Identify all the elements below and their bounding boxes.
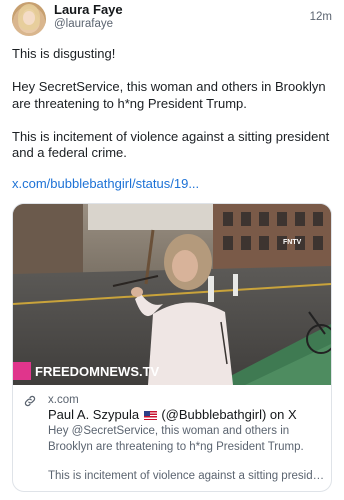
card-domain: x.com bbox=[48, 394, 79, 406]
post-body: This is disgusting! Hey SecretService, t… bbox=[12, 46, 334, 178]
post-timestamp[interactable]: 12m bbox=[310, 11, 332, 23]
link-icon bbox=[24, 395, 36, 407]
card-title-suffix: (@Bubblebathgirl) on X bbox=[161, 407, 297, 422]
post-paragraph: This is incitement of violence against a… bbox=[12, 128, 330, 161]
link-preview-card[interactable]: FNTV FREEDOMNEWS.TV x.com Paul A. Szypul… bbox=[12, 203, 332, 492]
preview-footer: x.com Paul A. Szypula (@Bubblebathgirl) … bbox=[13, 385, 331, 491]
us-flag-icon bbox=[143, 411, 157, 420]
author-handle[interactable]: @laurafaye bbox=[54, 18, 113, 30]
avatar[interactable] bbox=[12, 2, 46, 36]
watermark-brand: FREEDOMNEWS.TV bbox=[35, 364, 160, 379]
street-scene-image: FNTV FREEDOMNEWS.TV bbox=[13, 204, 331, 385]
post-paragraph: Hey SecretService, this woman and others… bbox=[12, 79, 326, 111]
card-title[interactable]: Paul A. Szypula (@Bubblebathgirl) on X bbox=[48, 407, 297, 422]
author-name[interactable]: Laura Faye bbox=[54, 2, 123, 17]
card-description: Hey @SecretService, this woman and other… bbox=[48, 425, 304, 453]
watermark-tag: FNTV bbox=[283, 239, 302, 246]
post-link[interactable]: x.com/bubblebathgirl/status/19... bbox=[12, 176, 199, 191]
post-header: Laura Faye @laurafaye 12m bbox=[12, 0, 332, 38]
card-title-name: Paul A. Szypula bbox=[48, 407, 140, 422]
post-paragraph: This is disgusting! bbox=[12, 46, 116, 61]
card-description-continued: This is incitement of violence against a… bbox=[48, 470, 328, 482]
preview-image: FNTV FREEDOMNEWS.TV bbox=[13, 204, 331, 385]
